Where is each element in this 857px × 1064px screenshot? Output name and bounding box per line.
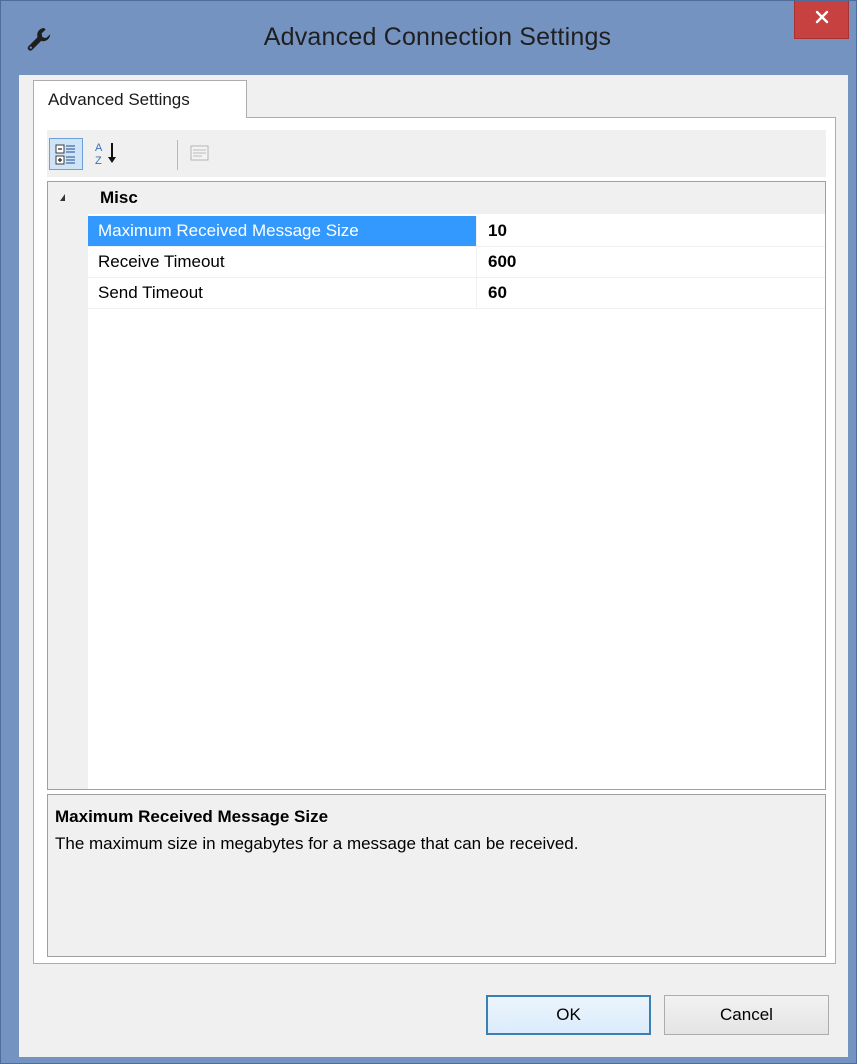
property-pages-icon bbox=[183, 145, 215, 172]
property-name[interactable]: Maximum Received Message Size bbox=[88, 216, 477, 246]
title-bar[interactable]: Advanced Connection Settings bbox=[1, 1, 856, 75]
property-grid[interactable]: Misc Maximum Received Message Size 10 Re… bbox=[47, 181, 826, 790]
categorized-view-button[interactable] bbox=[49, 138, 83, 170]
category-label: Misc bbox=[100, 188, 138, 207]
sort-az-icon: A Z bbox=[91, 142, 123, 172]
category-row-misc[interactable]: Misc bbox=[48, 182, 825, 214]
ok-button[interactable]: OK bbox=[486, 995, 651, 1035]
property-name[interactable]: Receive Timeout bbox=[88, 247, 477, 277]
close-icon bbox=[814, 9, 830, 30]
svg-text:Z: Z bbox=[95, 155, 102, 167]
dialog-window: Advanced Connection Settings Advanced Se… bbox=[0, 0, 857, 1064]
property-row[interactable]: Receive Timeout 600 bbox=[88, 247, 825, 278]
dialog-client-area: Advanced Settings A Z Misc Maximum Recei… bbox=[19, 75, 848, 1057]
collapse-arrow-icon[interactable] bbox=[60, 194, 65, 201]
property-name[interactable]: Send Timeout bbox=[88, 278, 477, 308]
svg-text:A: A bbox=[95, 142, 103, 154]
tab-advanced-settings[interactable]: Advanced Settings bbox=[33, 80, 247, 118]
property-row[interactable]: Maximum Received Message Size 10 bbox=[88, 216, 825, 247]
help-description: The maximum size in megabytes for a mess… bbox=[55, 834, 579, 853]
grid-left-margin bbox=[48, 182, 88, 789]
toolbar-separator bbox=[177, 140, 178, 170]
close-button[interactable] bbox=[794, 1, 849, 39]
help-title: Maximum Received Message Size bbox=[55, 807, 329, 826]
property-row[interactable]: Send Timeout 60 bbox=[88, 278, 825, 309]
alphabetical-view-button[interactable]: A Z bbox=[91, 138, 125, 170]
help-panel: Maximum Received Message Size The maximu… bbox=[47, 794, 826, 957]
property-grid-toolbar: A Z bbox=[47, 130, 826, 177]
categorized-icon bbox=[50, 144, 82, 173]
property-value[interactable]: 600 bbox=[488, 247, 516, 277]
property-value[interactable]: 60 bbox=[488, 278, 507, 308]
property-value[interactable]: 10 bbox=[488, 216, 507, 246]
cancel-button[interactable]: Cancel bbox=[664, 995, 829, 1035]
window-title: Advanced Connection Settings bbox=[263, 23, 612, 51]
property-pages-button[interactable] bbox=[183, 138, 217, 170]
